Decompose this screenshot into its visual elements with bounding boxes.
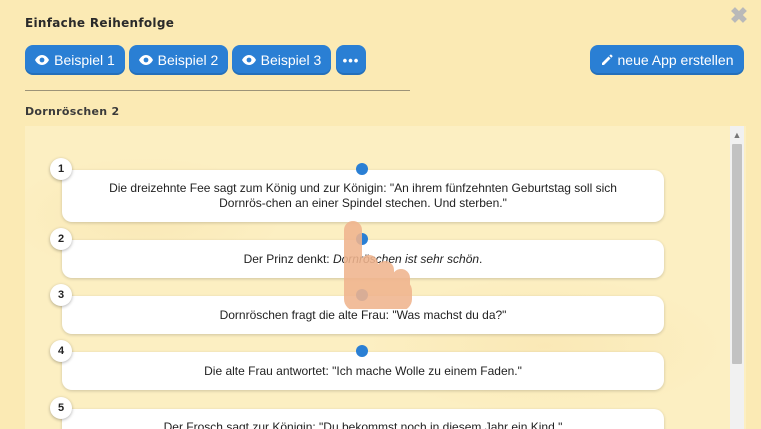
card-text-end: . — [479, 251, 483, 266]
card-text: Dornröschen fragt die alte Frau: "Was ma… — [219, 307, 507, 322]
pencil-icon — [601, 54, 613, 65]
card-number: 2 — [50, 228, 72, 250]
close-icon[interactable]: ✖ — [729, 5, 749, 27]
card-text: Der Frosch sagt zur Königin: "Du bekomms… — [163, 420, 563, 429]
section-title: Dornröschen 2 — [25, 105, 120, 118]
app-title: Einfache Reihenfolge — [25, 16, 175, 30]
order-card-4[interactable]: 4 Die alte Frau antwortet: "Ich mache Wo… — [50, 340, 664, 390]
card-text: Die alte Frau antwortet: "Ich mache Woll… — [204, 363, 522, 378]
order-card-5[interactable]: 5 Der Frosch sagt zur Königin: "Du bekom… — [50, 397, 664, 429]
hand-pointer-icon — [344, 221, 412, 309]
card-number: 3 — [50, 284, 72, 306]
eye-icon — [35, 55, 50, 65]
scroll-up-icon[interactable]: ▲ — [732, 131, 742, 140]
example-1-button[interactable]: Beispiel 1 — [25, 45, 125, 75]
panel-scrollbar[interactable]: ▲ — [730, 126, 744, 429]
scroll-thumb[interactable] — [732, 144, 742, 364]
more-button[interactable]: ••• — [336, 45, 366, 75]
card-number: 1 — [50, 158, 72, 180]
example-1-label: Beispiel 1 — [54, 52, 115, 68]
example-3-button[interactable]: Beispiel 3 — [232, 45, 331, 75]
card-number: 4 — [50, 340, 72, 362]
example-2-label: Beispiel 2 — [157, 52, 219, 68]
card-text: Die dreizehnte Fee sagt zum König und zu… — [109, 181, 617, 210]
new-app-button[interactable]: neue App erstellen — [590, 45, 744, 75]
divider — [25, 90, 410, 91]
example-2-button[interactable]: Beispiel 2 — [129, 45, 228, 75]
drag-handle[interactable] — [356, 163, 368, 175]
card-number: 5 — [50, 397, 72, 419]
new-app-label: neue App erstellen — [617, 52, 734, 68]
example-3-label: Beispiel 3 — [260, 52, 322, 68]
eye-icon — [138, 55, 153, 65]
drag-handle[interactable] — [356, 345, 368, 357]
order-card-1[interactable]: 1 Die dreizehnte Fee sagt zum König und … — [50, 158, 664, 222]
eye-icon — [241, 55, 256, 65]
